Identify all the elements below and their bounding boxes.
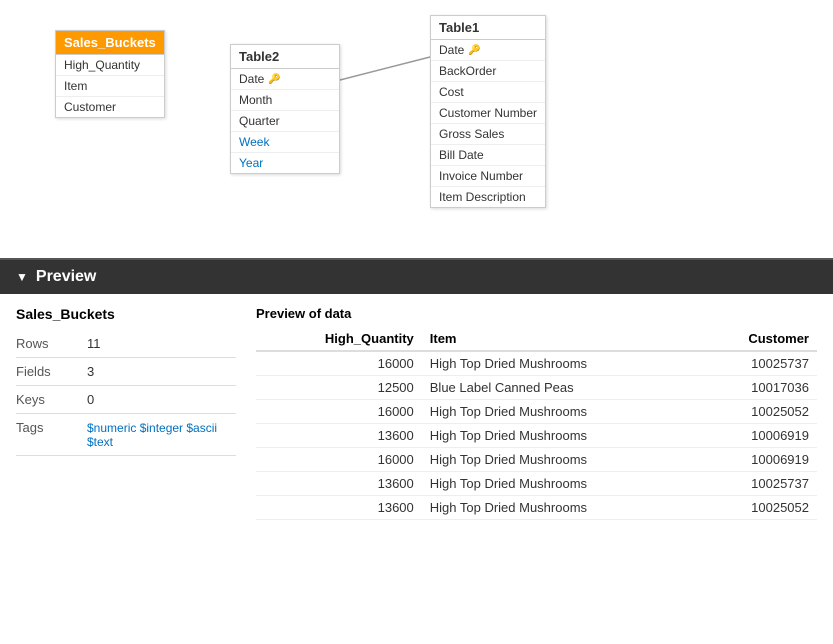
table-header-row: High_Quantity Item Customer — [256, 327, 817, 351]
cell-customer: 10025052 — [696, 400, 817, 424]
cell-customer: 10025052 — [696, 496, 817, 520]
meta-row-tags: Tags $numeric $integer $ascii $text — [16, 414, 236, 456]
col-header-item: Item — [422, 327, 696, 351]
table-table2-header: Table2 — [231, 45, 339, 69]
field-item-description: Item Description — [431, 187, 545, 207]
cell-item: High Top Dried Mushrooms — [422, 424, 696, 448]
cell-item: High Top Dried Mushrooms — [422, 448, 696, 472]
field-customer-number: Customer Number — [431, 103, 545, 124]
cell-high-quantity: 13600 — [256, 472, 422, 496]
fields-value: 3 — [87, 364, 94, 379]
cell-customer: 10006919 — [696, 448, 817, 472]
cell-item: High Top Dried Mushrooms — [422, 400, 696, 424]
meta-row-rows: Rows 11 — [16, 330, 236, 358]
field-bill-date: Bill Date — [431, 145, 545, 166]
tags-value: $numeric $integer $ascii $text — [87, 421, 236, 449]
field-table2-year: Year — [231, 153, 339, 173]
cell-item: Blue Label Canned Peas — [422, 376, 696, 400]
key-icon-2: 🔑 — [468, 45, 480, 56]
keys-value: 0 — [87, 392, 94, 407]
field-backorder: BackOrder — [431, 61, 545, 82]
data-table: High_Quantity Item Customer 16000 High T… — [256, 327, 817, 520]
meta-row-fields: Fields 3 — [16, 358, 236, 386]
field-customer: Customer — [56, 97, 164, 117]
table-table1: Table1 Date 🔑 BackOrder Cost Customer Nu… — [430, 15, 546, 208]
table-table1-header: Table1 — [431, 16, 545, 40]
cell-high-quantity: 13600 — [256, 424, 422, 448]
table-row: 13600 High Top Dried Mushrooms 10025052 — [256, 496, 817, 520]
field-table2-quarter: Quarter — [231, 111, 339, 132]
keys-label: Keys — [16, 392, 71, 407]
field-item: Item — [56, 76, 164, 97]
cell-high-quantity: 16000 — [256, 448, 422, 472]
meta-panel: Sales_Buckets Rows 11 Fields 3 Keys 0 Ta… — [16, 306, 236, 632]
rows-label: Rows — [16, 336, 71, 351]
table-row: 13600 High Top Dried Mushrooms 10025737 — [256, 472, 817, 496]
field-cost: Cost — [431, 82, 545, 103]
preview-title: Preview — [36, 268, 96, 286]
cell-high-quantity: 16000 — [256, 400, 422, 424]
cell-customer: 10017036 — [696, 376, 817, 400]
data-panel: Preview of data High_Quantity Item Custo… — [256, 306, 817, 632]
cell-high-quantity: 12500 — [256, 376, 422, 400]
table-row: 16000 High Top Dried Mushrooms 10025737 — [256, 351, 817, 376]
field-invoice-number: Invoice Number — [431, 166, 545, 187]
table-sales-buckets: Sales_Buckets High_Quantity Item Custome… — [55, 30, 165, 118]
field-table2-month: Month — [231, 90, 339, 111]
cell-customer: 10006919 — [696, 424, 817, 448]
diagram-area: Sales_Buckets High_Quantity Item Custome… — [0, 0, 833, 260]
table-row: 16000 High Top Dried Mushrooms 10006919 — [256, 448, 817, 472]
table-row: 13600 High Top Dried Mushrooms 10006919 — [256, 424, 817, 448]
col-header-customer: Customer — [696, 327, 817, 351]
table-row: 12500 Blue Label Canned Peas 10017036 — [256, 376, 817, 400]
key-icon: 🔑 — [268, 74, 280, 85]
field-table1-date: Date 🔑 — [431, 40, 545, 61]
data-preview-title: Preview of data — [256, 306, 817, 321]
col-header-high-quantity: High_Quantity — [256, 327, 422, 351]
cell-item: High Top Dried Mushrooms — [422, 472, 696, 496]
cell-item: High Top Dried Mushrooms — [422, 496, 696, 520]
cell-item: High Top Dried Mushrooms — [422, 351, 696, 376]
meta-row-keys: Keys 0 — [16, 386, 236, 414]
table-table2: Table2 Date 🔑 Month Quarter Week Year — [230, 44, 340, 174]
field-gross-sales: Gross Sales — [431, 124, 545, 145]
cell-customer: 10025737 — [696, 351, 817, 376]
tags-label: Tags — [16, 420, 71, 435]
meta-title: Sales_Buckets — [16, 306, 236, 322]
table-sales-buckets-header: Sales_Buckets — [56, 31, 164, 55]
field-table2-date: Date 🔑 — [231, 69, 339, 90]
field-high-quantity: High_Quantity — [56, 55, 164, 76]
preview-header: ▼ Preview — [0, 260, 833, 294]
fields-label: Fields — [16, 364, 71, 379]
rows-value: 11 — [87, 336, 101, 351]
cell-high-quantity: 13600 — [256, 496, 422, 520]
preview-arrow-icon: ▼ — [16, 270, 28, 284]
table-row: 16000 High Top Dried Mushrooms 10025052 — [256, 400, 817, 424]
field-table2-week: Week — [231, 132, 339, 153]
preview-content: Sales_Buckets Rows 11 Fields 3 Keys 0 Ta… — [0, 294, 833, 644]
cell-high-quantity: 16000 — [256, 351, 422, 376]
cell-customer: 10025737 — [696, 472, 817, 496]
